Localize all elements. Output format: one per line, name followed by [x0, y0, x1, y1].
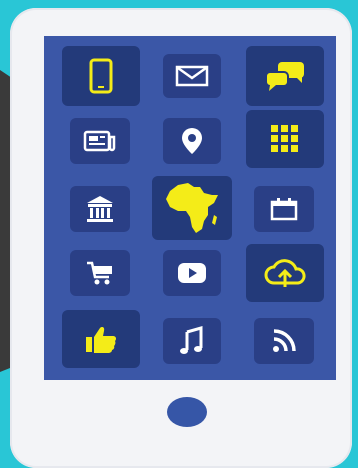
- app-tile-like[interactable]: [62, 310, 140, 368]
- keypad-grid-icon: [271, 125, 298, 152]
- mail-icon: [175, 65, 209, 87]
- app-tile-music[interactable]: [163, 318, 221, 364]
- bank-building-icon: [87, 196, 113, 222]
- app-tile-smartphone[interactable]: [62, 46, 140, 106]
- app-tile-news[interactable]: [70, 118, 130, 164]
- app-tile-rss[interactable]: [254, 318, 314, 364]
- home-button[interactable]: [167, 397, 207, 427]
- app-tile-chat[interactable]: [246, 46, 324, 106]
- app-tile-location[interactable]: [163, 118, 221, 164]
- newspaper-icon: [83, 130, 116, 152]
- calendar-icon: [270, 198, 298, 221]
- thumbs-up-icon: [86, 327, 117, 353]
- music-note-icon: [180, 326, 203, 354]
- app-tile-mail[interactable]: [163, 54, 221, 98]
- app-tile-cloud-upload[interactable]: [246, 244, 324, 302]
- africa-map-icon: [166, 183, 218, 233]
- app-tile-bank[interactable]: [70, 186, 130, 232]
- location-pin-icon: [182, 128, 202, 154]
- app-tile-video[interactable]: [163, 250, 221, 296]
- rss-feed-icon: [273, 329, 296, 352]
- smartphone-icon: [89, 58, 113, 94]
- play-video-icon: [178, 263, 206, 283]
- cloud-upload-icon: [264, 259, 306, 287]
- phone-screen: [44, 36, 336, 380]
- chat-bubbles-icon: [265, 62, 304, 91]
- app-tile-cart[interactable]: [70, 250, 130, 296]
- app-tile-keypad[interactable]: [246, 110, 324, 168]
- app-tile-calendar[interactable]: [254, 186, 314, 232]
- shopping-cart-icon: [87, 261, 112, 285]
- app-tile-africa[interactable]: [152, 176, 232, 240]
